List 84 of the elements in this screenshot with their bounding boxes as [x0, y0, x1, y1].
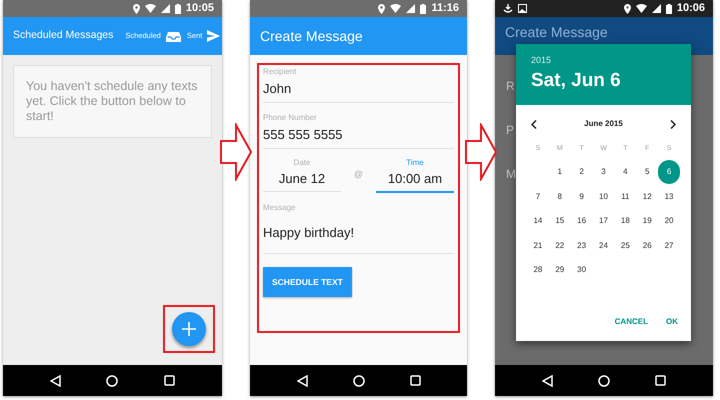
calendar-day[interactable]: 27 [664, 240, 674, 252]
plus-icon [182, 322, 196, 336]
calendar-day[interactable]: 7 [536, 190, 540, 203]
calendar-day[interactable]: 3 [601, 166, 606, 178]
calendar-day[interactable]: 24 [599, 240, 608, 252]
field-label: Phone Number [263, 113, 318, 123]
month-title: June 2015 [584, 118, 623, 130]
calendar-day[interactable]: 28 [533, 264, 542, 276]
status-time: 11:16 [431, 1, 459, 16]
app-title: Scheduled Messages [13, 28, 114, 44]
image-icon [518, 4, 527, 13]
input-field[interactable]: June 12 [263, 168, 341, 192]
location-icon [624, 4, 631, 14]
calendar-day[interactable]: 11 [621, 190, 630, 203]
field-label: Date [294, 158, 310, 168]
calendar-day[interactable]: 17 [599, 215, 608, 228]
calendar-day[interactable]: 29 [555, 264, 564, 276]
calendar-day[interactable]: 25 [620, 240, 630, 252]
home-icon[interactable] [106, 374, 118, 386]
selected-date: Sat, Jun 6 [531, 68, 622, 92]
back-icon[interactable] [50, 374, 61, 386]
signal-icon [406, 4, 416, 13]
at-sign: @ [354, 168, 364, 181]
calendar-day[interactable]: 2 [579, 166, 584, 178]
send-icon[interactable] [207, 30, 220, 42]
recents-icon[interactable] [655, 375, 666, 386]
calendar-day[interactable]: 8 [558, 190, 562, 203]
calendar-day[interactable]: 20 [664, 215, 674, 228]
calendar-day[interactable]: 5 [644, 166, 650, 178]
calendar-day[interactable]: 30 [577, 264, 586, 276]
calendar-day[interactable]: 14 [533, 215, 542, 228]
wifi-icon [636, 4, 647, 13]
battery-icon [666, 4, 672, 14]
input-field[interactable]: John [263, 77, 454, 103]
calendar-day[interactable]: 15 [555, 215, 564, 228]
field-label: Time [406, 158, 424, 168]
status-time: 10:06 [676, 1, 705, 16]
calendar-day[interactable]: 19 [642, 215, 652, 228]
dimmed-field-label: M [506, 167, 516, 181]
calendar-day[interactable]: 4 [623, 166, 628, 178]
home-icon[interactable] [352, 374, 364, 386]
calendar-day[interactable]: 13 [664, 190, 674, 203]
signal-icon [652, 4, 661, 13]
recents-icon[interactable] [410, 375, 420, 386]
field-label: Recipient [263, 67, 298, 77]
dimmed-field-label: R [506, 79, 515, 93]
inbox-icon[interactable] [166, 30, 181, 42]
input-field[interactable]: 10:00 am [376, 168, 454, 193]
dimmed-field-label: P [506, 123, 514, 137]
dialog-button[interactable]: CANCEL [614, 313, 648, 331]
home-icon[interactable] [598, 374, 610, 386]
wifi-icon [390, 4, 402, 13]
calendar-day[interactable]: 18 [620, 215, 630, 228]
wifi-icon [144, 4, 156, 13]
input-field[interactable]: 555 555 5555 [263, 123, 454, 149]
calendar-day[interactable]: 26 [642, 240, 652, 252]
empty-state-message: You haven't schedule any texts yet. Click the button below to start! [26, 79, 198, 124]
back-icon[interactable] [542, 374, 553, 386]
signal-icon [160, 4, 170, 13]
input-field[interactable]: Happy birthday! [263, 213, 454, 254]
calendar-day[interactable]: 21 [533, 240, 542, 252]
location-icon [378, 4, 386, 14]
next-month-icon[interactable] [670, 120, 676, 128]
previous-month-icon[interactable] [531, 120, 537, 128]
add-button[interactable] [172, 312, 206, 346]
calendar-day[interactable]: 10 [599, 190, 608, 203]
field-label: Message [263, 203, 296, 213]
calendar-day[interactable]: 1 [558, 166, 562, 178]
calendar-day[interactable]: 12 [642, 190, 652, 203]
download-icon [503, 4, 513, 13]
calendar-day[interactable]: 23 [577, 240, 586, 252]
calendar-day[interactable]: 16 [577, 215, 586, 228]
app-title: Create Message [505, 24, 608, 41]
battery-icon [174, 4, 181, 14]
calendar-day[interactable]: 6 [658, 160, 680, 184]
app-title: Create Message [260, 26, 363, 46]
status-time: 10:05 [186, 1, 214, 16]
recents-icon[interactable] [164, 375, 176, 386]
location-icon [132, 4, 140, 14]
calendar-day[interactable]: 22 [555, 240, 564, 252]
back-icon[interactable] [296, 374, 308, 386]
battery-icon [420, 4, 426, 14]
dialog-button[interactable]: OK [666, 313, 678, 331]
calendar-day[interactable]: 9 [579, 190, 584, 203]
